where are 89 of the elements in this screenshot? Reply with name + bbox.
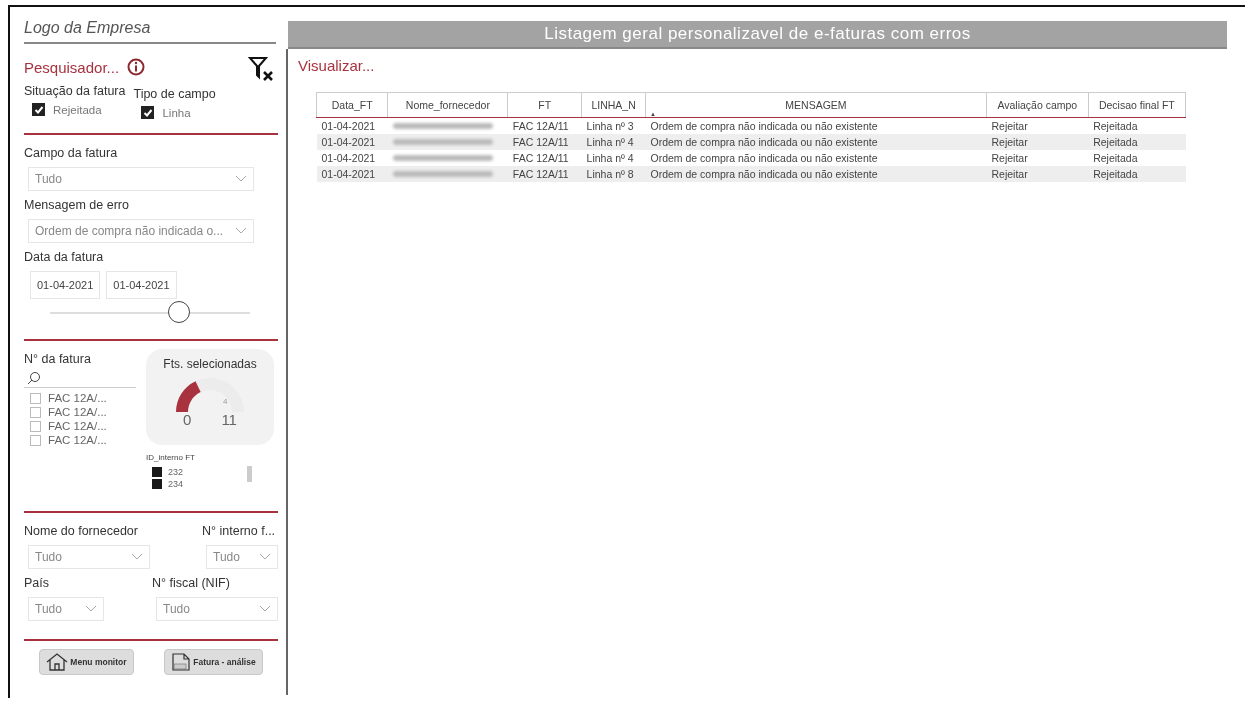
- table-cell: 01-04-2021: [316, 134, 388, 150]
- column-header[interactable]: LINHA_N: [581, 92, 646, 118]
- dropdown[interactable]: Tudo: [156, 597, 278, 621]
- table-cell: Ordem de compra não indicada ou não existente: [645, 150, 987, 166]
- gauge-min: 0: [183, 411, 192, 428]
- info-icon[interactable]: [127, 58, 146, 76]
- table-cell: Linha nº 3: [581, 117, 646, 134]
- invoice-item[interactable]: FAC 12A/...: [48, 406, 107, 418]
- table-cell: Rejeitar: [986, 134, 1089, 150]
- legend-title: ID_interno FT: [146, 453, 196, 462]
- dropdown[interactable]: Tudo: [28, 545, 150, 569]
- table-cell: FAC 12A/11: [507, 134, 582, 150]
- date-field[interactable]: 01-04-2021: [30, 271, 101, 299]
- menu-monitor-button[interactable]: Menu monitor: [39, 649, 134, 675]
- table-cell: Linha nº 4: [581, 134, 646, 150]
- house-icon: [46, 653, 69, 671]
- table-cell: Rejeitada: [1088, 117, 1186, 134]
- legend-label: 234: [168, 479, 184, 489]
- dropdown[interactable]: Ordem de compra não indicada o...: [28, 219, 254, 243]
- date-slider[interactable]: [50, 299, 250, 325]
- checkbox[interactable]: [30, 420, 41, 432]
- invoice-analysis-button[interactable]: Fatura - análise: [164, 649, 263, 675]
- checkbox[interactable]: [30, 392, 41, 404]
- column-header[interactable]: Avaliação campo: [986, 92, 1089, 118]
- dropdown-label: N° interno f...: [202, 524, 277, 538]
- table-cell: Rejeitada: [1088, 166, 1186, 182]
- scrollbar[interactable]: [247, 466, 252, 482]
- table-cell: 01-04-2021: [316, 117, 388, 134]
- page-title: Listagem geral personalizavel de e-faturas com erros: [288, 21, 1227, 49]
- checkbox[interactable]: [30, 406, 41, 418]
- gauge-title: Fts. selecionadas: [163, 357, 257, 371]
- checkbox-label: Rejeitada: [53, 103, 102, 116]
- gauge-max: 11: [221, 411, 237, 428]
- gauge-value: 4: [223, 397, 228, 406]
- chevron-down-icon: [131, 553, 143, 561]
- legend-swatch: [152, 479, 162, 489]
- section-title: Visualizar...: [298, 57, 376, 74]
- filter-label: Situação da fatura: [24, 84, 126, 98]
- table-cell: FAC 12A/11: [507, 150, 582, 166]
- dropdown-label: Mensagem de erro: [24, 198, 130, 212]
- table-cell: Ordem de compra não indicada ou não existente: [645, 134, 987, 150]
- table-cell: Ordem de compra não indicada ou não existente: [645, 117, 987, 134]
- checkbox[interactable]: [32, 103, 45, 116]
- table-cell: 01-04-2021: [316, 166, 388, 182]
- document-icon: [171, 653, 192, 671]
- legend-swatch: [152, 467, 162, 477]
- dropdown[interactable]: Tudo: [28, 167, 254, 191]
- dropdown-label: País: [24, 576, 50, 590]
- chevron-down-icon: [85, 605, 97, 613]
- list-label: N° da fatura: [24, 352, 92, 366]
- checkbox[interactable]: [141, 106, 155, 119]
- checkbox-label: Linha: [162, 106, 191, 119]
- filter-label: Tipo de campo: [133, 87, 216, 101]
- table-cell: Rejeitar: [986, 150, 1089, 166]
- logo-text: Logo da Empresa: [24, 19, 276, 44]
- column-header[interactable]: FT: [507, 92, 582, 118]
- table-cell: FAC 12A/11: [507, 117, 582, 134]
- table-cell: Ordem de compra não indicada ou não existente: [645, 166, 987, 182]
- table-cell: Linha nº 8: [581, 166, 646, 182]
- table-cell: FAC 12A/11: [507, 166, 582, 182]
- dropdown-label: Nome do fornecedor: [24, 524, 139, 538]
- chevron-down-icon: [235, 175, 247, 183]
- gauge-fill: [176, 381, 201, 412]
- invoice-item[interactable]: FAC 12A/...: [48, 434, 107, 446]
- invoice-item[interactable]: FAC 12A/...: [48, 392, 107, 404]
- table-cell: Rejeitada: [1088, 150, 1186, 166]
- table-cell: Rejeitar: [986, 166, 1089, 182]
- chevron-down-icon: [259, 553, 271, 561]
- column-header[interactable]: Decisao final FT: [1088, 92, 1186, 118]
- search-icon[interactable]: [27, 371, 41, 385]
- chevron-down-icon: [235, 227, 247, 235]
- clear-filter-icon[interactable]: [248, 55, 274, 81]
- table-cell: 01-04-2021: [316, 150, 388, 166]
- date-label: Data da fatura: [24, 250, 105, 264]
- table-cell: Rejeitar: [986, 117, 1089, 134]
- invoice-item[interactable]: FAC 12A/...: [48, 420, 107, 432]
- table-cell: Linha nº 4: [581, 150, 646, 166]
- legend-label: 232: [168, 467, 184, 477]
- chevron-down-icon: [259, 605, 271, 613]
- dropdown[interactable]: Tudo: [28, 597, 104, 621]
- dropdown-label: Campo da fatura: [24, 146, 119, 160]
- dropdown-label: N° fiscal (NIF): [152, 576, 231, 590]
- checkbox[interactable]: [30, 434, 41, 446]
- panel-title: Pesquisador...: [24, 58, 120, 76]
- dropdown[interactable]: Tudo: [206, 545, 278, 569]
- column-header[interactable]: Nome_fornecedor: [387, 92, 508, 118]
- table-cell: Rejeitada: [1088, 134, 1186, 150]
- date-field[interactable]: 01-04-2021: [106, 271, 177, 299]
- column-header[interactable]: Data_FT: [316, 92, 388, 118]
